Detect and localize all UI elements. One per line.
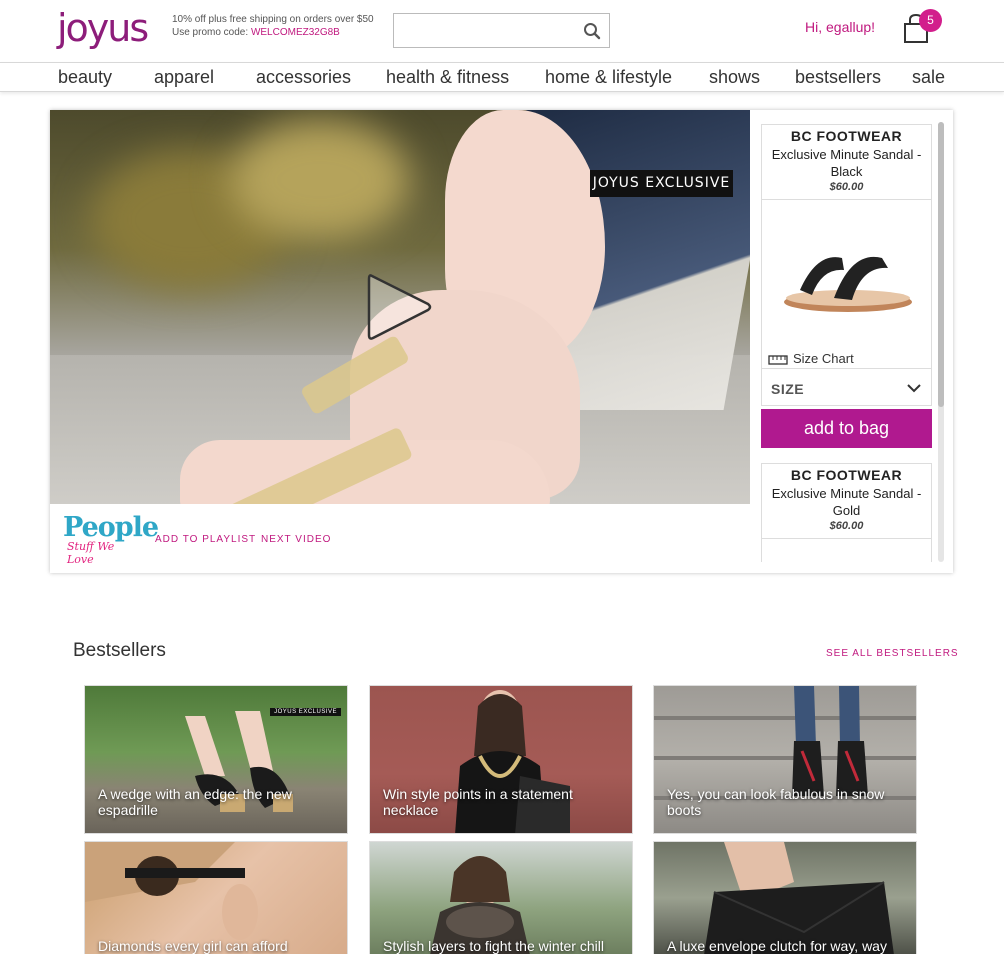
search-input[interactable] bbox=[394, 14, 574, 47]
size-chart-label: Size Chart bbox=[793, 351, 854, 366]
tile-caption: Stylish layers to fight the winter chill bbox=[383, 938, 604, 954]
ruler-icon bbox=[768, 354, 788, 365]
product-name: Exclusive Minute Sandal - Black bbox=[771, 147, 922, 179]
site-header: joyus 10% off plus free shipping on orde… bbox=[0, 0, 1004, 62]
nav-item-beauty[interactable]: beauty bbox=[58, 67, 112, 88]
product-image-frame[interactable] bbox=[761, 199, 932, 369]
scrollbar-thumb[interactable] bbox=[938, 122, 944, 407]
tile-caption: Win style points in a statement necklace bbox=[383, 786, 573, 818]
product-image-frame[interactable] bbox=[761, 538, 932, 562]
play-icon[interactable] bbox=[366, 270, 434, 344]
tile-caption: A wedge with an edge: the new espadrille bbox=[98, 786, 292, 818]
see-all-bestsellers-link[interactable]: SEE ALL BESTSELLERS bbox=[826, 648, 959, 659]
nav-item-home-lifestyle[interactable]: home & lifestyle bbox=[545, 67, 672, 88]
add-to-playlist-link[interactable]: ADD TO PLAYLIST bbox=[155, 534, 256, 545]
size-chart-link[interactable]: Size Chart bbox=[768, 351, 854, 366]
nav-item-apparel[interactable]: apparel bbox=[154, 67, 214, 88]
nav-item-sale[interactable]: sale bbox=[912, 67, 945, 88]
product-name: Exclusive Minute Sandal - Gold bbox=[771, 486, 922, 518]
promo-prefix: Use promo code: bbox=[172, 27, 251, 38]
tile-caption: Yes, you can look fabulous in snow boots bbox=[667, 786, 885, 818]
people-show-logo[interactable]: People Stuff We Love bbox=[50, 504, 159, 573]
bestseller-tile[interactable]: A luxe envelope clutch for way, way bbox=[653, 841, 917, 954]
people-logo-title: People bbox=[63, 512, 159, 543]
nav-item-accessories[interactable]: accessories bbox=[256, 67, 351, 88]
featured-video-module: JOYUS EXCLUSIVE People Stuff We Love ADD… bbox=[50, 110, 953, 573]
size-select-label: SIZE bbox=[771, 381, 805, 397]
people-logo-subtitle: Stuff We Love bbox=[67, 540, 115, 566]
promo-line-1: 10% off plus free shipping on orders ove… bbox=[172, 14, 374, 25]
product-price: $60.00 bbox=[829, 181, 864, 193]
nav-item-health-fitness[interactable]: health & fitness bbox=[386, 67, 509, 88]
cart-count-badge[interactable]: 5 bbox=[919, 9, 942, 32]
bestseller-tile[interactable]: Win style points in a statement necklace bbox=[369, 685, 633, 834]
sandal-product-image bbox=[784, 256, 912, 312]
exclusive-badge: JOYUS EXCLUSIVE bbox=[590, 170, 733, 197]
add-to-bag-button[interactable]: add to bag bbox=[761, 409, 932, 448]
tile-caption: A luxe envelope clutch for way, way bbox=[667, 938, 887, 954]
user-greeting[interactable]: Hi, egallup! bbox=[805, 19, 875, 35]
tile-caption: Diamonds every girl can afford bbox=[98, 938, 288, 954]
main-nav: beauty apparel accessories health & fitn… bbox=[0, 62, 1004, 92]
search-icon[interactable] bbox=[583, 22, 601, 40]
background-blur bbox=[230, 120, 410, 240]
search-box bbox=[393, 13, 610, 48]
bestseller-tile[interactable]: Stylish layers to fight the winter chill bbox=[369, 841, 633, 954]
exclusive-badge: JOYUS EXCLUSIVE bbox=[270, 708, 341, 716]
promo-line-2: Use promo code: WELCOMEZ32G8B bbox=[172, 26, 374, 39]
promo-code: WELCOMEZ32G8B bbox=[250, 27, 340, 38]
nav-item-shows[interactable]: shows bbox=[709, 67, 760, 88]
product-brand: BC FOOTWEAR bbox=[790, 128, 903, 144]
bestseller-tile[interactable]: JOYUS EXCLUSIVE A wedge with an edge: th… bbox=[84, 685, 348, 834]
product-price: $60.00 bbox=[829, 520, 864, 532]
nav-item-bestsellers[interactable]: bestsellers bbox=[795, 67, 881, 88]
product-brand: BC FOOTWEAR bbox=[790, 467, 903, 483]
bestseller-tile[interactable]: Diamonds every girl can afford bbox=[84, 841, 348, 954]
product-card-header[interactable]: BC FOOTWEAR Exclusive Minute Sandal - Bl… bbox=[761, 124, 932, 200]
joyus-logo[interactable]: joyus bbox=[57, 6, 149, 50]
bestsellers-heading: Bestsellers bbox=[73, 640, 166, 661]
chevron-down-icon bbox=[907, 384, 921, 393]
bestseller-tile[interactable]: Yes, you can look fabulous in snow boots bbox=[653, 685, 917, 834]
product-card-header[interactable]: BC FOOTWEAR Exclusive Minute Sandal - Go… bbox=[761, 463, 932, 539]
size-select[interactable]: SIZE bbox=[761, 368, 932, 406]
promo-banner: 10% off plus free shipping on orders ove… bbox=[172, 13, 374, 39]
product-panel-scrollbar[interactable] bbox=[938, 122, 944, 562]
video-player[interactable]: JOYUS EXCLUSIVE bbox=[50, 110, 750, 504]
next-video-link[interactable]: NEXT VIDEO bbox=[261, 534, 331, 545]
